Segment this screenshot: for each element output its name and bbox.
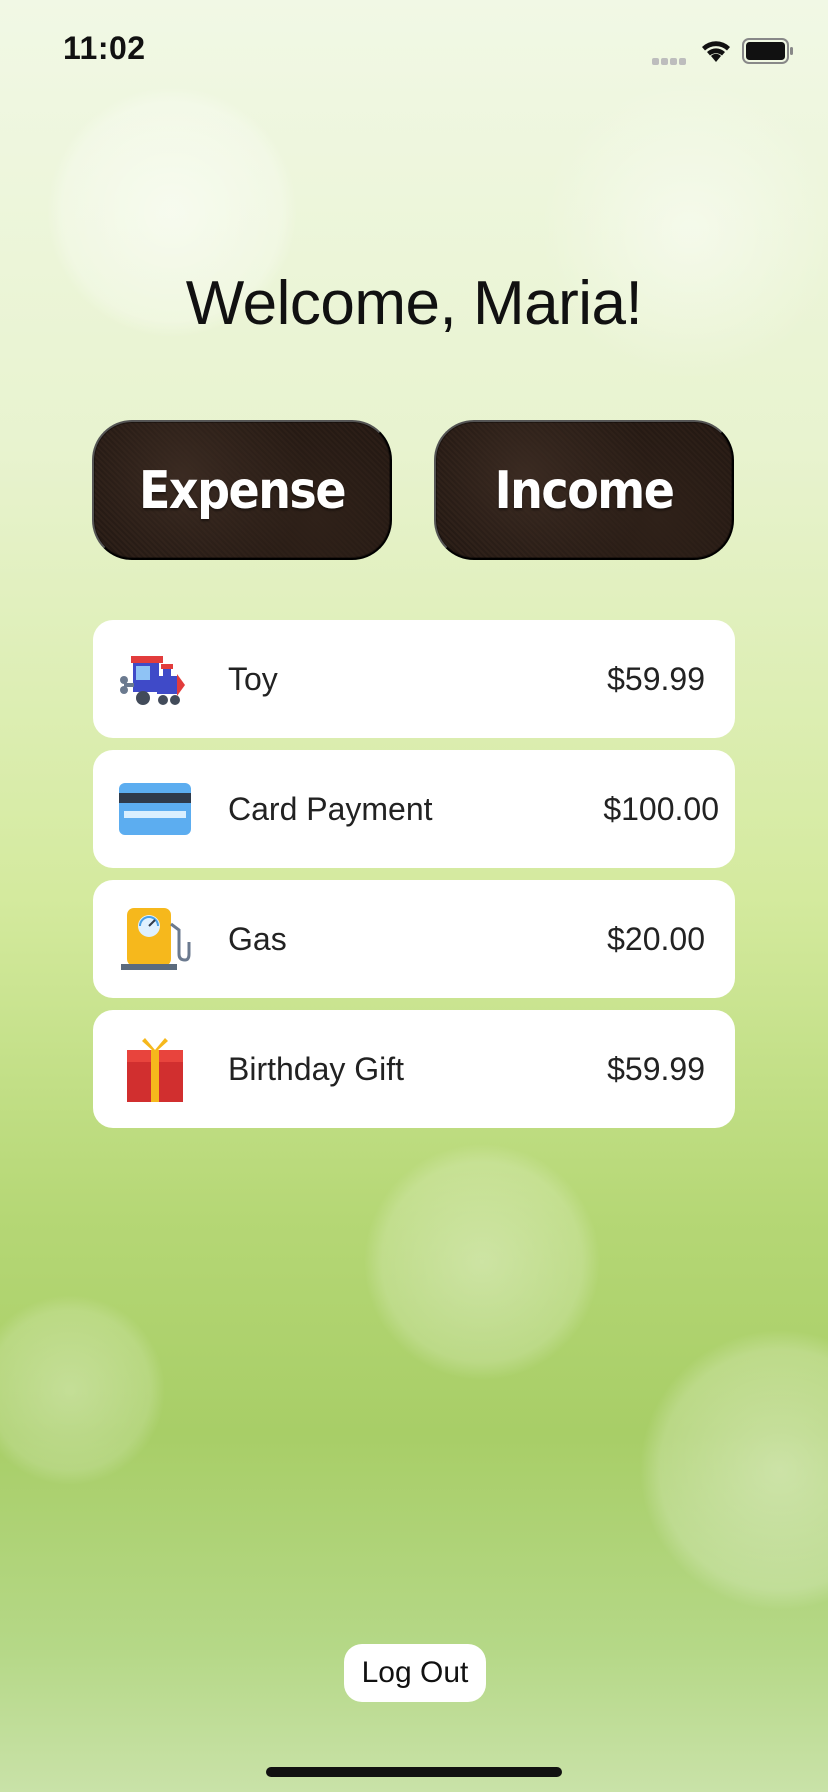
status-time: 11:02 [63, 30, 146, 66]
battery-icon [742, 38, 793, 64]
transaction-amount: $59.99 [607, 1051, 705, 1087]
transaction-amount: $100.00 [603, 791, 719, 827]
transaction-name: Birthday Gift [228, 1051, 405, 1087]
gas-pump-icon [121, 908, 191, 970]
transaction-amount: $20.00 [607, 921, 705, 957]
expense-button-label: Expense [138, 459, 347, 521]
transaction-row-gas[interactable]: Gas $20.00 [93, 880, 735, 998]
toy-train-icon [120, 656, 185, 705]
credit-card-icon [119, 783, 191, 835]
wifi-icon [702, 41, 730, 62]
transaction-row-card-payment[interactable]: Card Payment $100.00 [93, 750, 735, 868]
welcome-title: Welcome, Maria! [185, 269, 643, 338]
logout-button[interactable]: Log Out [344, 1644, 486, 1702]
transaction-name: Toy [228, 661, 278, 697]
home-indicator [266, 1767, 562, 1777]
transaction-name: Gas [228, 921, 287, 957]
transaction-row-toy[interactable]: Toy $59.99 [93, 620, 735, 738]
expense-button[interactable]: Expense [92, 420, 392, 560]
income-button-label: Income [494, 459, 675, 521]
transaction-name: Card Payment [228, 791, 433, 827]
status-bar: 11:02 [0, 0, 828, 100]
income-button[interactable]: Income [434, 420, 734, 560]
cellular-signal-icon [652, 52, 692, 65]
transaction-row-birthday-gift[interactable]: Birthday Gift $59.99 [93, 1010, 735, 1128]
gift-box-icon [127, 1038, 183, 1102]
transaction-amount: $59.99 [607, 661, 705, 697]
transaction-list: Toy $59.99 Card Payment $100.00 Gas $20.… [93, 620, 735, 1140]
